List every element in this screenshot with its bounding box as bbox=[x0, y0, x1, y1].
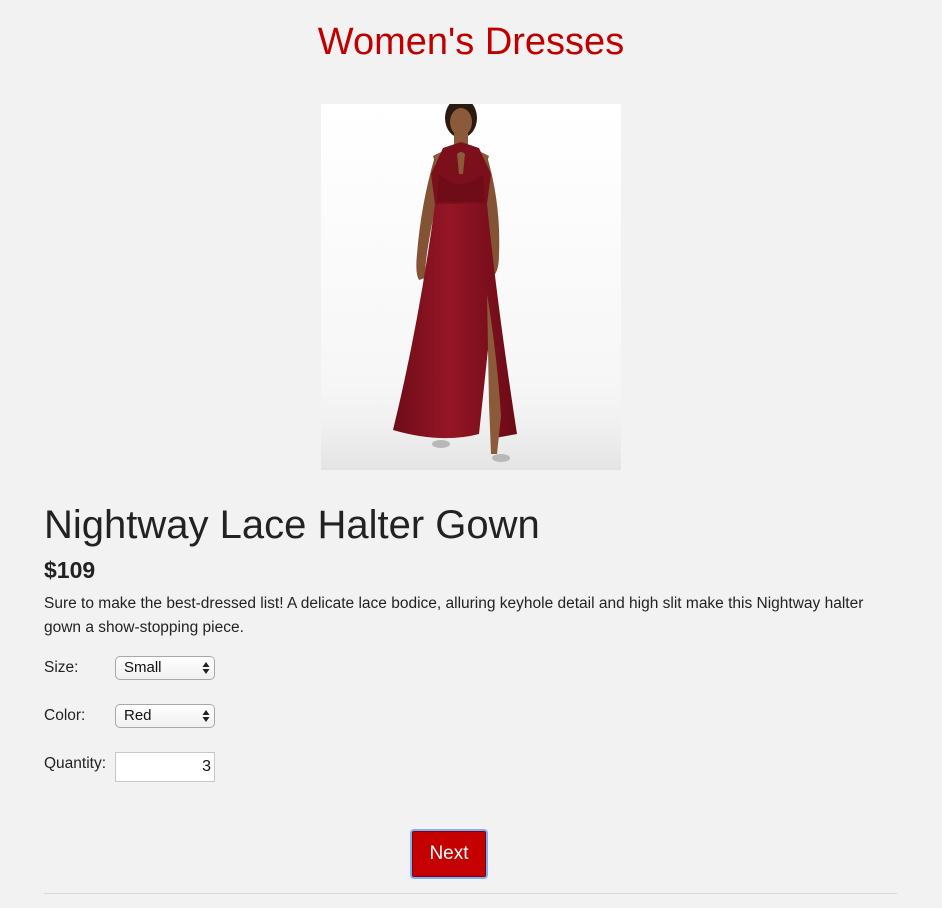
product-description: Sure to make the best-dressed list! A de… bbox=[44, 595, 864, 636]
page-title: Women's Dresses bbox=[317, 21, 625, 63]
next-button[interactable]: Next bbox=[410, 829, 488, 879]
quantity-row: Quantity: 3 bbox=[44, 752, 215, 782]
color-row: Color: Red bbox=[44, 704, 215, 728]
color-select-value: Red bbox=[124, 707, 152, 724]
quantity-input[interactable]: 3 bbox=[115, 752, 215, 782]
size-select[interactable]: Small bbox=[115, 656, 215, 680]
select-arrows-icon bbox=[202, 662, 210, 674]
size-select-value: Small bbox=[124, 659, 162, 676]
dress-photo bbox=[321, 104, 621, 470]
divider bbox=[44, 893, 897, 894]
quantity-label: Quantity: bbox=[44, 755, 107, 772]
product-image bbox=[321, 104, 621, 470]
product-name: Nightway Lace Halter Gown bbox=[44, 503, 540, 547]
product-page: Women's Dresses Nightway Lace Halter Gow… bbox=[0, 0, 942, 908]
select-arrows-icon bbox=[202, 710, 210, 722]
product-price: $109 bbox=[44, 557, 96, 583]
size-label: Size: bbox=[44, 659, 79, 676]
color-label: Color: bbox=[44, 707, 86, 724]
color-select[interactable]: Red bbox=[115, 704, 215, 728]
size-row: Size: Small bbox=[44, 656, 215, 680]
